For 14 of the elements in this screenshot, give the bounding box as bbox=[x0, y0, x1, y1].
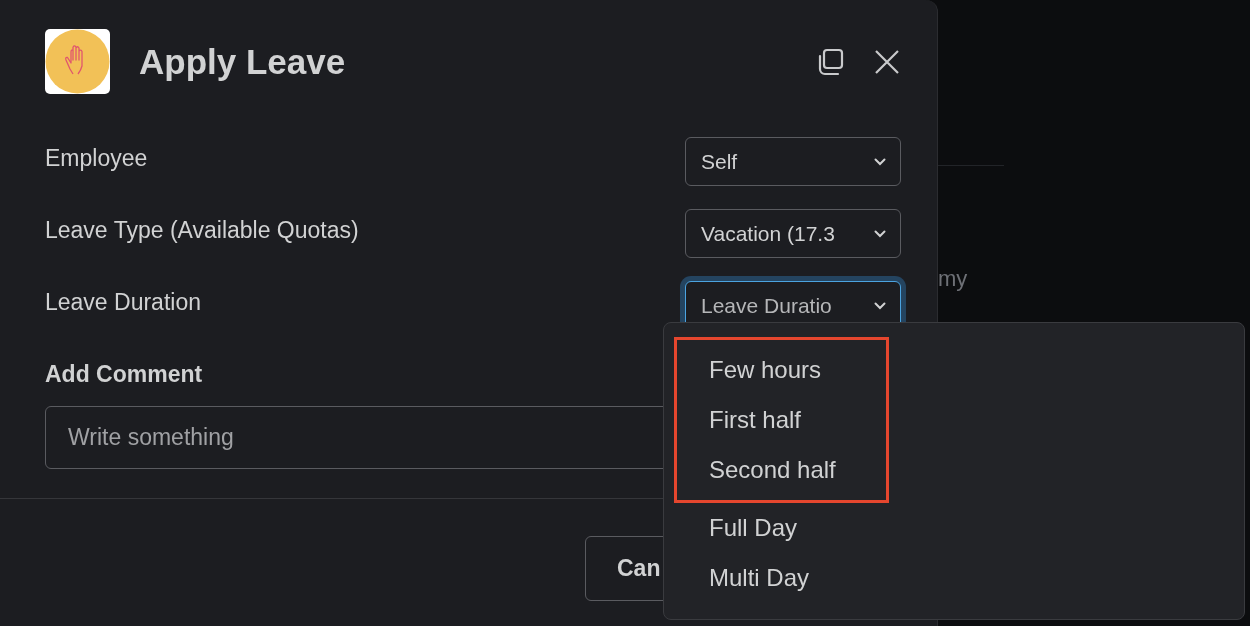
field-label: Leave Type (Available Quotas) bbox=[45, 217, 359, 244]
dialog-title: Apply Leave bbox=[139, 41, 347, 82]
field-label: Leave Duration bbox=[45, 289, 201, 316]
comment-label: Add Comment bbox=[45, 361, 203, 388]
app-logo-icon bbox=[45, 29, 110, 94]
chevron-down-icon bbox=[874, 157, 886, 166]
select-dropdown[interactable]: Vacation (17.3 bbox=[685, 209, 901, 258]
chevron-down-icon bbox=[874, 229, 886, 238]
close-icon[interactable] bbox=[873, 47, 901, 76]
field-label: Employee bbox=[45, 145, 148, 172]
select-dropdown[interactable]: Self bbox=[685, 137, 901, 186]
chevron-down-icon bbox=[874, 301, 886, 310]
background-text: my bbox=[938, 266, 969, 292]
menu-option[interactable]: Few hours bbox=[677, 345, 886, 395]
